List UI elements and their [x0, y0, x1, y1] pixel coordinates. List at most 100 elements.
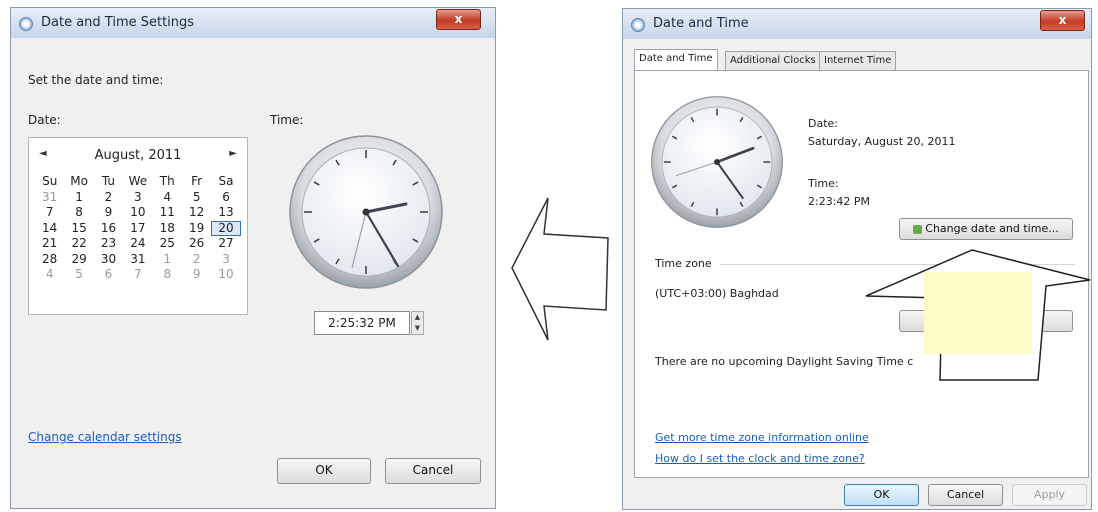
cancel-button[interactable]: Cancel — [928, 484, 1003, 506]
weekday-header-row: Su Mo Tu We Th Fr Sa — [35, 174, 241, 190]
weekday-label: Tu — [101, 174, 116, 188]
calendar-day[interactable]: 14 — [35, 221, 64, 237]
date-label: Date: — [808, 117, 838, 130]
calendar-week-row: 14 15 16 17 18 19 20 — [35, 220, 241, 237]
calendar-week-row: 31 1 2 3 4 5 6 — [35, 190, 241, 206]
time-zone-heading: Time zone — [655, 257, 712, 270]
calendar-day[interactable]: 10 — [123, 205, 152, 221]
calendar-day[interactable]: 23 — [94, 236, 123, 252]
calendar-header: ◄ August, 2011 ► — [29, 148, 247, 166]
calendar-day[interactable]: 22 — [64, 236, 93, 252]
clock-icon — [19, 17, 33, 31]
weekday-label: We — [128, 174, 148, 188]
change-calendar-settings-link[interactable]: Change calendar settings — [28, 430, 182, 444]
calendar-month-label[interactable]: August, 2011 — [29, 148, 247, 163]
weekday-label: Sa — [218, 174, 234, 188]
left-arrow-icon — [511, 197, 609, 341]
calendar-day[interactable]: 12 — [182, 205, 211, 221]
window-title: Date and Time — [653, 16, 749, 31]
calendar-day[interactable]: 9 — [94, 205, 123, 221]
calendar-day[interactable]: 28 — [35, 252, 64, 268]
tab-additional-clocks[interactable]: Additional Clocks — [725, 51, 821, 70]
calendar-day[interactable]: 2 — [182, 252, 211, 268]
calendar-day[interactable]: 5 — [182, 190, 211, 206]
calendar-day[interactable]: 8 — [153, 267, 182, 283]
tab-internet-time[interactable]: Internet Time — [819, 51, 897, 70]
time-zone-info-link[interactable]: Get more time zone information online — [655, 431, 869, 444]
calendar-grid: Su Mo Tu We Th Fr Sa 31 1 2 3 4 5 6 7 8 9 10 11 12 13 14 15 16 1… — [35, 174, 241, 283]
calendar-week-row: 28 29 30 31 1 2 3 — [35, 252, 241, 268]
weekday-label: Fr — [191, 174, 203, 188]
calendar-day[interactable]: 16 — [94, 221, 123, 237]
calendar-day[interactable]: 15 — [64, 221, 93, 237]
calendar-day[interactable]: 6 — [211, 190, 240, 206]
section-heading: Set the date and time: — [28, 73, 164, 87]
calendar-day[interactable]: 7 — [123, 267, 152, 283]
calendar-day[interactable]: 1 — [153, 252, 182, 268]
calendar-day[interactable]: 20 — [211, 220, 241, 236]
clock-icon — [631, 18, 645, 32]
up-arrow-icon — [865, 249, 1091, 381]
apply-button[interactable]: Apply — [1012, 484, 1087, 506]
time-label: Time: — [270, 113, 304, 127]
calendar-day[interactable]: 31 — [35, 190, 64, 206]
time-label: Time: — [808, 177, 839, 190]
calendar-week-row: 4 5 6 7 8 9 10 — [35, 267, 241, 283]
calendar-day[interactable]: 8 — [64, 205, 93, 221]
calendar-day[interactable]: 2 — [94, 190, 123, 206]
analog-clock — [651, 96, 783, 228]
calendar-day[interactable]: 9 — [182, 267, 211, 283]
calendar-day[interactable]: 27 — [211, 236, 240, 252]
title-bar: Date and Time Settings x — [11, 8, 495, 38]
calendar-day[interactable]: 7 — [35, 205, 64, 221]
spinner-up-icon[interactable]: ▲ — [412, 312, 423, 323]
calendar-day[interactable]: 4 — [35, 267, 64, 283]
how-to-set-clock-link[interactable]: How do I set the clock and time zone? — [655, 452, 865, 465]
close-button[interactable]: x — [1040, 10, 1085, 31]
date-value: Saturday, August 20, 2011 — [808, 135, 956, 148]
calendar-day[interactable]: 5 — [64, 267, 93, 283]
next-month-button[interactable]: ► — [229, 148, 237, 159]
calendar-day[interactable]: 4 — [153, 190, 182, 206]
close-button[interactable]: x — [436, 9, 481, 30]
calendar-day[interactable]: 31 — [123, 252, 152, 268]
weekday-label: Su — [42, 174, 58, 188]
calendar-day[interactable]: 10 — [211, 267, 240, 283]
time-spinner[interactable]: ▲ ▼ — [411, 311, 424, 335]
calendar-day[interactable]: 11 — [153, 205, 182, 221]
title-bar: Date and Time x — [623, 9, 1091, 39]
calendar: ◄ August, 2011 ► Su Mo Tu We Th Fr Sa 31 1 2 3 4 5 6 7… — [28, 137, 248, 315]
calendar-day[interactable]: 1 — [64, 190, 93, 206]
tab-date-and-time[interactable]: Date and Time — [634, 49, 718, 71]
time-value: 2:23:42 PM — [808, 195, 871, 208]
cancel-button[interactable]: Cancel — [385, 458, 481, 484]
weekday-label: Mo — [70, 174, 88, 188]
calendar-day[interactable]: 17 — [123, 221, 152, 237]
ok-button[interactable]: OK — [277, 458, 371, 484]
change-date-time-label: Change date and time... — [925, 222, 1059, 235]
calendar-day[interactable]: 18 — [153, 221, 182, 237]
calendar-day[interactable]: 6 — [94, 267, 123, 283]
spinner-down-icon[interactable]: ▼ — [412, 323, 423, 334]
analog-clock — [289, 135, 443, 289]
calendar-day[interactable]: 30 — [94, 252, 123, 268]
calendar-week-row: 7 8 9 10 11 12 13 — [35, 205, 241, 221]
change-date-time-button[interactable]: Change date and time... — [899, 218, 1073, 240]
calendar-day[interactable]: 19 — [182, 221, 211, 237]
calendar-day[interactable]: 3 — [211, 252, 240, 268]
time-zone-value: (UTC+03:00) Baghdad — [655, 287, 779, 300]
date-label: Date: — [28, 113, 61, 127]
shield-icon — [913, 224, 923, 234]
weekday-label: Th — [159, 174, 175, 188]
calendar-day[interactable]: 13 — [211, 205, 240, 221]
calendar-week-row: 21 22 23 24 25 26 27 — [35, 236, 241, 252]
calendar-day[interactable]: 29 — [64, 252, 93, 268]
window-title: Date and Time Settings — [41, 15, 195, 30]
calendar-day[interactable]: 21 — [35, 236, 64, 252]
calendar-day[interactable]: 24 — [123, 236, 152, 252]
calendar-day[interactable]: 3 — [123, 190, 152, 206]
time-input[interactable]: 2:25:32 PM — [314, 311, 410, 335]
ok-button[interactable]: OK — [844, 484, 919, 506]
calendar-day[interactable]: 25 — [153, 236, 182, 252]
calendar-day[interactable]: 26 — [182, 236, 211, 252]
